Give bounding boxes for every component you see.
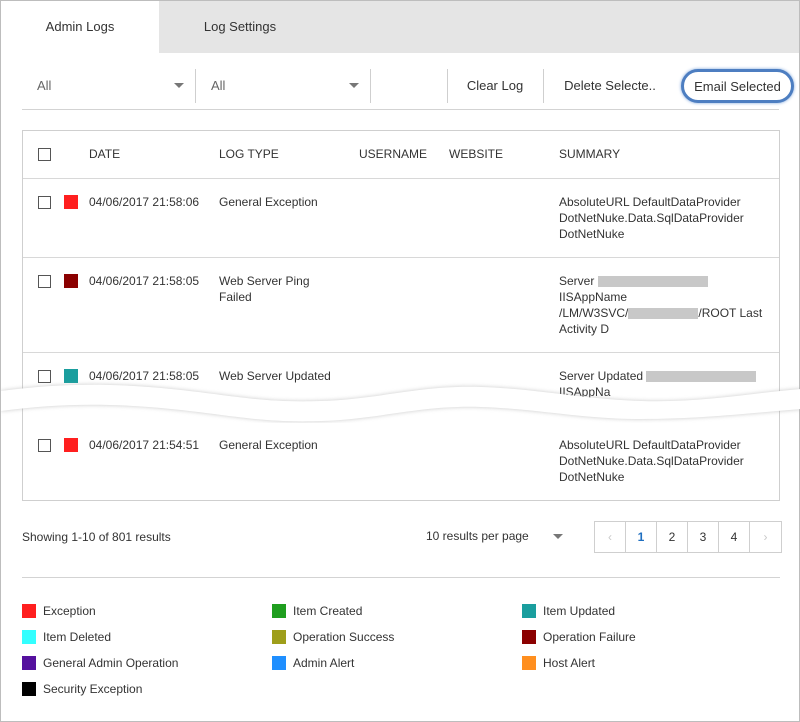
chevron-down-icon[interactable] xyxy=(553,534,563,539)
table-row[interactable]: 04/06/2017 21:58:05 Web Server Ping Fail… xyxy=(23,258,779,353)
redacted-block xyxy=(628,308,699,320)
legend-divider xyxy=(22,577,780,578)
table-row[interactable]: 04/06/2017 21:58:06 General Exception Ab… xyxy=(23,179,779,258)
legend-swatch xyxy=(522,604,536,618)
table-row[interactable]: 04/06/2017 21:54:51 General Exception Ab… xyxy=(23,422,779,500)
email-selected-button[interactable]: Email Selected xyxy=(681,69,794,103)
table-header: DATE LOG TYPE USERNAME WEBSITE SUMMARY xyxy=(23,131,779,179)
log-color-swatch xyxy=(64,274,78,288)
summary-line: DotNetNuke.Data.SqlDataProvider xyxy=(559,211,744,225)
legend-swatch xyxy=(272,656,286,670)
legend-label: Item Deleted xyxy=(43,630,112,644)
divider xyxy=(370,69,371,103)
page-2-button[interactable]: 2 xyxy=(657,522,688,552)
log-type: General Exception xyxy=(219,195,318,209)
log-table: DATE LOG TYPE USERNAME WEBSITE SUMMARY 0… xyxy=(22,130,780,501)
column-header-date[interactable]: DATE xyxy=(89,147,120,161)
legend-label: Admin Alert xyxy=(293,656,355,670)
legend-swatch xyxy=(22,604,36,618)
next-page-button[interactable]: › xyxy=(750,522,781,552)
legend-label: Exception xyxy=(43,604,96,618)
page-1-button[interactable]: 1 xyxy=(626,522,657,552)
summary-line: DotNetNuke xyxy=(559,470,625,484)
tab-admin-logs[interactable]: Admin Logs xyxy=(1,1,159,53)
summary-line: Activity D xyxy=(559,322,610,336)
summary-line: DotNetNuke xyxy=(559,227,625,241)
legend-swatch xyxy=(22,656,36,670)
website-filter-value: All xyxy=(211,78,226,93)
log-type: General Exception xyxy=(219,438,318,452)
summary-line: IISAppName xyxy=(559,290,628,304)
log-type: Web Server Ping Failed xyxy=(219,273,310,305)
prev-page-button[interactable]: ‹ xyxy=(595,522,626,552)
log-date: 04/06/2017 21:58:05 xyxy=(89,274,200,288)
page-4-button[interactable]: 4 xyxy=(719,522,750,552)
torn-edge-divider xyxy=(1,384,800,422)
row-checkbox[interactable] xyxy=(38,196,51,209)
legend-label: General Admin Operation xyxy=(43,656,179,670)
summary-text: Server xyxy=(559,274,595,288)
legend-label: Operation Success xyxy=(293,630,395,644)
tab-bar: Admin Logs Log Settings xyxy=(1,1,799,53)
log-color-swatch xyxy=(64,438,78,452)
column-header-summary[interactable]: SUMMARY xyxy=(559,147,620,161)
pagination: ‹ 1 2 3 4 › xyxy=(594,521,782,553)
legend-swatch xyxy=(522,630,536,644)
summary-line: AbsoluteURL DefaultDataProvider xyxy=(559,438,741,452)
website-filter[interactable]: All xyxy=(196,69,369,103)
log-type-line: Failed xyxy=(219,290,252,304)
log-summary: Server IISAppName /LM/W3SVC/ /ROOT Last A… xyxy=(559,273,774,337)
log-summary: AbsoluteURL DefaultDataProvider DotNetNu… xyxy=(559,194,774,242)
legend-label: Operation Failure xyxy=(543,630,636,644)
log-type-filter[interactable]: All xyxy=(22,69,194,103)
summary-line: DotNetNuke.Data.SqlDataProvider xyxy=(559,454,744,468)
log-date: 04/06/2017 21:58:06 xyxy=(89,195,200,209)
log-type-line: Web Server Ping xyxy=(219,274,310,288)
summary-line: /LM/W3SVC/ /ROOT Last xyxy=(559,305,774,321)
redacted-block xyxy=(597,276,708,288)
legend-swatch xyxy=(272,630,286,644)
log-color-swatch xyxy=(64,195,78,209)
log-type-filter-value: All xyxy=(37,78,52,93)
column-header-website[interactable]: WEBSITE xyxy=(449,147,503,161)
log-summary: AbsoluteURL DefaultDataProvider DotNetNu… xyxy=(559,437,774,485)
page-3-button[interactable]: 3 xyxy=(688,522,719,552)
legend-swatch xyxy=(272,604,286,618)
legend-label: Item Created xyxy=(293,604,363,618)
legend-swatch xyxy=(22,682,36,696)
legend-label: Item Updated xyxy=(543,604,616,618)
summary-line: AbsoluteURL DefaultDataProvider xyxy=(559,195,741,209)
toolbar-divider xyxy=(22,109,779,110)
legend-label: Security Exception xyxy=(43,682,143,696)
log-toolbar: All All Clear Log Delete Selecte.. Email… xyxy=(22,69,794,103)
row-checkbox[interactable] xyxy=(38,275,51,288)
results-count: Showing 1-10 of 801 results xyxy=(22,530,171,544)
column-header-username[interactable]: USERNAME xyxy=(359,147,427,161)
log-date: 04/06/2017 21:54:51 xyxy=(89,438,200,452)
legend-swatch xyxy=(522,656,536,670)
chevron-down-icon xyxy=(349,83,359,88)
results-per-page-select[interactable]: 10 results per page xyxy=(426,529,529,543)
legend-swatch xyxy=(22,630,36,644)
clear-log-button[interactable]: Clear Log xyxy=(448,69,542,103)
summary-text: /ROOT Last xyxy=(698,306,763,320)
delete-selected-button[interactable]: Delete Selecte.. xyxy=(544,69,676,103)
summary-text: /LM/W3SVC/ xyxy=(559,306,629,320)
column-header-log-type[interactable]: LOG TYPE xyxy=(219,147,279,161)
tab-log-settings[interactable]: Log Settings xyxy=(159,1,321,53)
row-checkbox[interactable] xyxy=(38,439,51,452)
chevron-down-icon xyxy=(174,83,184,88)
select-all-checkbox[interactable] xyxy=(38,148,51,161)
summary-line: Server xyxy=(559,273,774,289)
legend-label: Host Alert xyxy=(543,656,596,670)
